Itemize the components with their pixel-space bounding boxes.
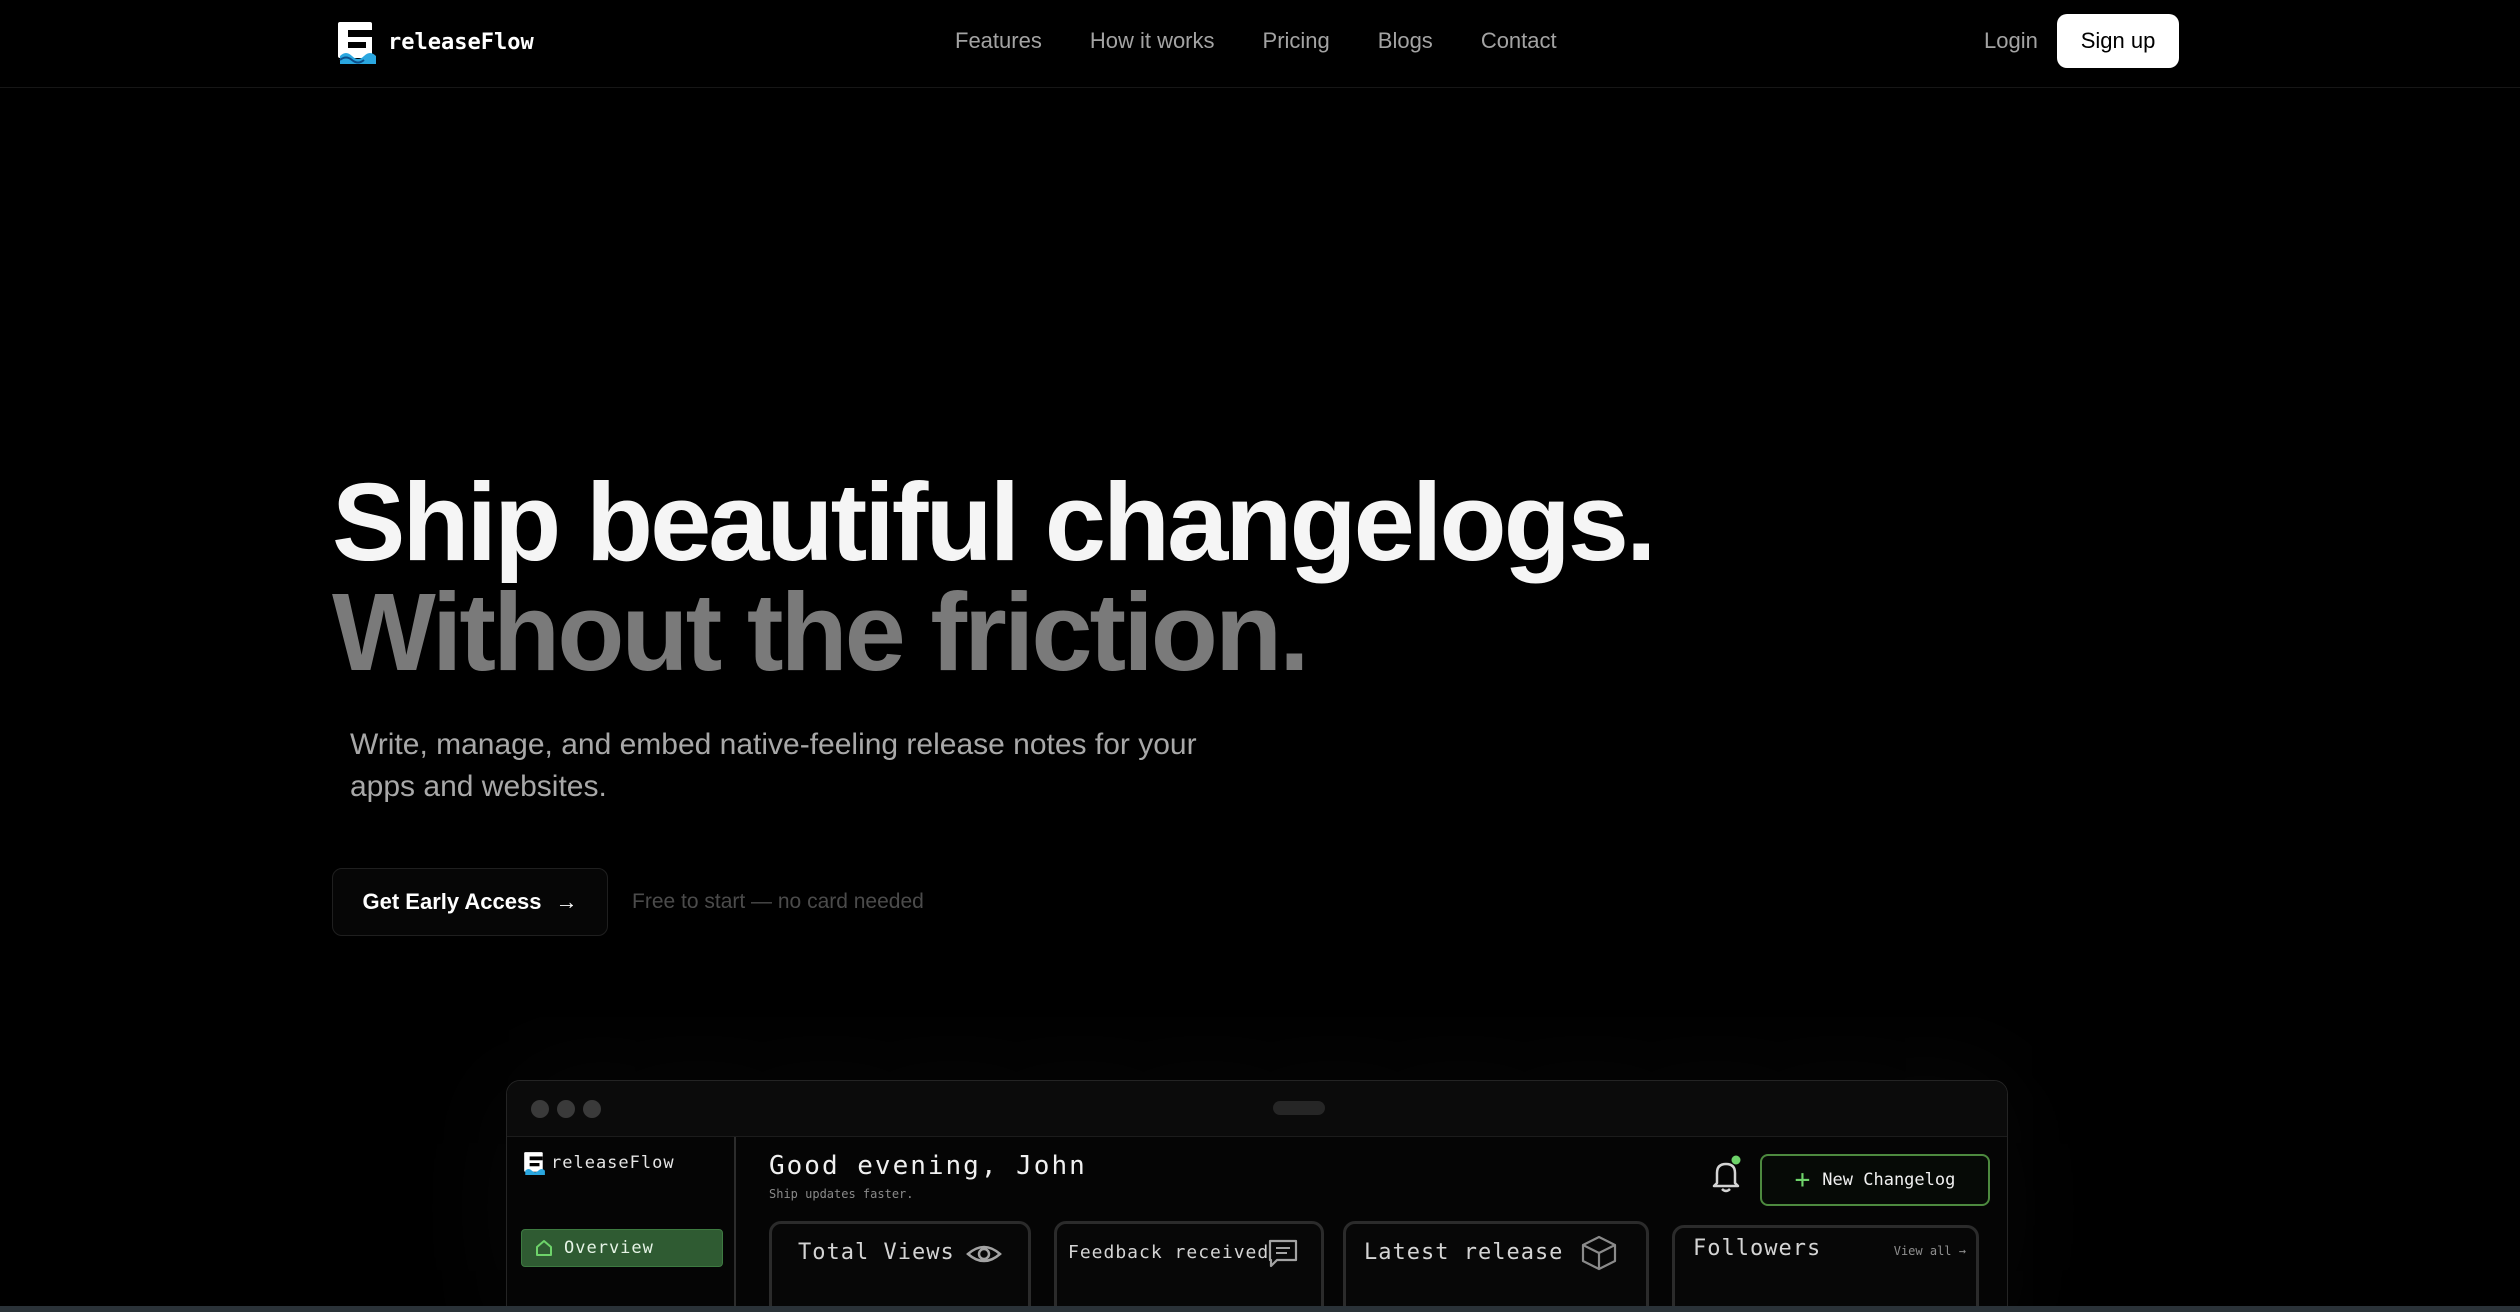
sidebar-item-label: Overview bbox=[564, 1238, 654, 1258]
bell-icon[interactable] bbox=[1707, 1155, 1745, 1195]
window-title-bar bbox=[507, 1081, 2007, 1137]
preview-sidebar: releaseFlow Overview bbox=[507, 1137, 736, 1312]
new-changelog-label: New Changelog bbox=[1822, 1170, 1956, 1190]
releaseflow-logo-icon bbox=[338, 22, 376, 64]
card-title: Total Views bbox=[798, 1240, 955, 1265]
message-icon bbox=[1268, 1239, 1298, 1268]
greeting-title: Good evening, John bbox=[769, 1151, 1087, 1181]
view-all-link[interactable]: View all → bbox=[1894, 1244, 1966, 1258]
arrow-right-icon: → bbox=[555, 889, 578, 914]
window-dot-icon bbox=[531, 1100, 549, 1118]
nav-link-blogs[interactable]: Blogs bbox=[1378, 28, 1433, 54]
window-dot-icon bbox=[583, 1100, 601, 1118]
brand-name: releaseFlow bbox=[388, 29, 534, 55]
nav-link-pricing[interactable]: Pricing bbox=[1263, 28, 1330, 54]
eye-icon bbox=[966, 1245, 1002, 1263]
nav-link-contact[interactable]: Contact bbox=[1481, 28, 1557, 54]
cta-label: Get Early Access bbox=[362, 889, 542, 914]
stat-card-total-views[interactable]: Total Views bbox=[769, 1221, 1031, 1312]
box-icon bbox=[1581, 1235, 1617, 1271]
preview-brand-name: releaseFlow bbox=[551, 1153, 675, 1173]
card-title: Feedback received bbox=[1068, 1242, 1270, 1263]
signup-button[interactable]: Sign up bbox=[2057, 14, 2179, 68]
card-title: Followers bbox=[1693, 1236, 1822, 1261]
brand-logo[interactable]: releaseFlow bbox=[336, 20, 534, 64]
stat-card-feedback[interactable]: Feedback received bbox=[1054, 1221, 1324, 1312]
login-link[interactable]: Login bbox=[1984, 28, 2038, 54]
home-icon bbox=[536, 1240, 552, 1256]
card-title: Latest release bbox=[1364, 1240, 1564, 1265]
nav-link-how-it-works[interactable]: How it works bbox=[1090, 28, 1215, 54]
window-dot-icon bbox=[557, 1100, 575, 1118]
sidebar-item-overview[interactable]: Overview bbox=[521, 1229, 723, 1267]
nav-links: Features How it works Pricing Blogs Cont… bbox=[955, 0, 1557, 82]
new-changelog-button[interactable]: + New Changelog bbox=[1760, 1154, 1990, 1206]
app-preview-window: releaseFlow Overview Good evening, John … bbox=[506, 1080, 2008, 1312]
hero-headline-line2: Without the friction. bbox=[332, 571, 1310, 694]
cta-note: Free to start — no card needed bbox=[632, 890, 924, 913]
nav-link-features[interactable]: Features bbox=[955, 28, 1042, 54]
hero-subtitle: Write, manage, and embed native-feeling … bbox=[350, 728, 1197, 803]
arrow-right-icon: → bbox=[1958, 1244, 1966, 1258]
preview-brand: releaseFlow bbox=[523, 1151, 675, 1175]
greeting-tagline: Ship updates faster. bbox=[769, 1187, 914, 1201]
hero-headline: Ship beautiful changelogs. Without the f… bbox=[332, 461, 1657, 694]
page-bottom-edge bbox=[0, 1306, 2520, 1312]
top-navbar: releaseFlow Features How it works Pricin… bbox=[0, 0, 2520, 88]
get-early-access-button[interactable]: Get Early Access → bbox=[332, 868, 608, 936]
hero-headline-line1: Ship beautiful changelogs. bbox=[332, 461, 1657, 584]
releaseflow-logo-icon bbox=[524, 1152, 545, 1175]
stat-card-followers[interactable]: Followers View all → bbox=[1672, 1225, 1979, 1312]
plus-icon: + bbox=[1794, 1165, 1811, 1195]
window-address-bar bbox=[1273, 1101, 1325, 1115]
stat-card-latest-release[interactable]: Latest release bbox=[1343, 1221, 1649, 1312]
